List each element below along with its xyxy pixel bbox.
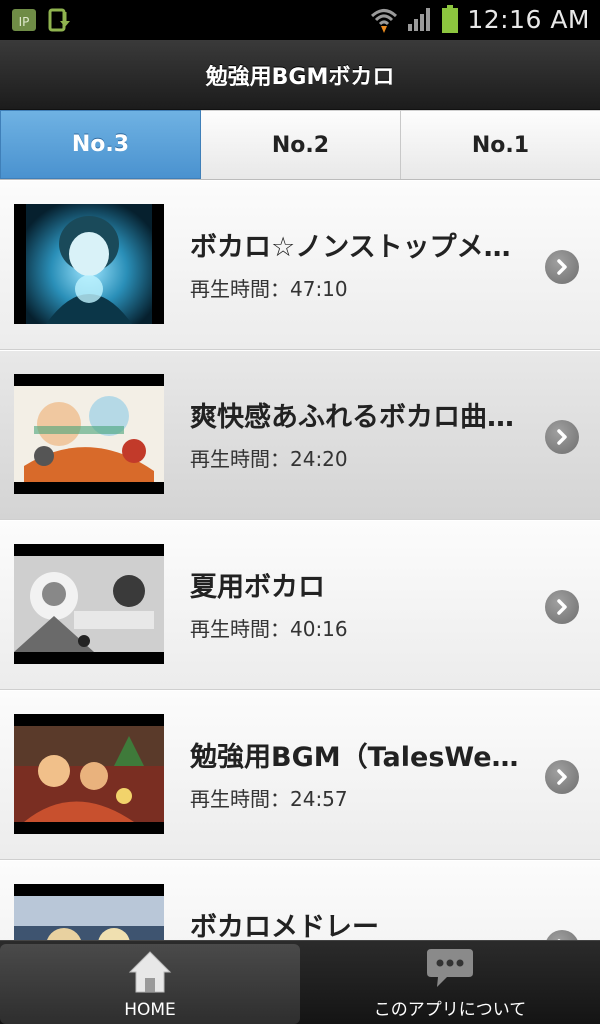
video-title: 爽快感あふれるボカロ曲メドレー bbox=[190, 402, 525, 433]
clock: 12:16 AM bbox=[467, 4, 590, 34]
thumbnail-image bbox=[26, 204, 152, 324]
chevron-right-icon[interactable] bbox=[545, 250, 579, 284]
tab-no2[interactable]: No.2 bbox=[201, 110, 401, 179]
video-list: ボカロ☆ノンストップメドレー 再生時間：47:10 爽快感あふれるボカロ曲メドレ… bbox=[0, 180, 600, 940]
video-thumbnail bbox=[14, 204, 164, 324]
app-header: 勉強用BGMボカロ bbox=[0, 40, 600, 110]
thumbnail-image bbox=[14, 896, 164, 940]
home-icon bbox=[128, 951, 172, 993]
video-thumbnail bbox=[14, 374, 164, 494]
video-duration: 再生時間：47:10 bbox=[190, 277, 348, 301]
video-thumbnail bbox=[14, 544, 164, 664]
chevron-right-icon[interactable] bbox=[545, 590, 579, 624]
ip-icon: IP bbox=[12, 9, 36, 31]
video-thumbnail bbox=[14, 714, 164, 834]
video-duration: 再生時間：24:57 bbox=[190, 787, 348, 811]
nav-about-label: このアプリについて bbox=[373, 1000, 527, 1020]
download-icon bbox=[48, 8, 70, 32]
tab-no1[interactable]: No.1 bbox=[401, 110, 600, 179]
list-item[interactable]: 勉強用BGM（TalesWeaver） 再生時間：24:57 bbox=[0, 690, 600, 860]
video-title: 夏用ボカロ bbox=[190, 572, 325, 603]
nav-home-button[interactable]: HOME bbox=[0, 944, 300, 1024]
video-title: 勉強用BGM（TalesWeaver） bbox=[190, 742, 525, 773]
video-title: ボカロ☆ノンストップメドレー bbox=[190, 232, 525, 263]
bottom-nav: HOME このアプリについて bbox=[0, 940, 600, 1024]
tab-bar: No.3 No.2 No.1 bbox=[0, 110, 600, 180]
thumbnail-image bbox=[14, 726, 164, 822]
tab-no3[interactable]: No.3 bbox=[0, 110, 201, 179]
list-item[interactable]: ボカロメドレー bbox=[0, 860, 600, 940]
wifi-icon bbox=[371, 9, 398, 33]
signal-icon bbox=[408, 8, 431, 31]
list-item[interactable]: 爽快感あふれるボカロ曲メドレー 再生時間：24:20 bbox=[0, 350, 600, 520]
chat-bubble-icon bbox=[427, 949, 473, 987]
nav-home-label: HOME bbox=[124, 1000, 176, 1020]
page-title: 勉強用BGMボカロ bbox=[205, 64, 395, 90]
video-title: ボカロメドレー bbox=[190, 912, 379, 940]
status-bar: IP 12:16 AM bbox=[0, 0, 600, 40]
video-duration: 再生時間：24:20 bbox=[190, 447, 348, 471]
thumbnail-image bbox=[14, 556, 164, 652]
list-item[interactable]: ボカロ☆ノンストップメドレー 再生時間：47:10 bbox=[0, 180, 600, 350]
chevron-right-icon[interactable] bbox=[545, 420, 579, 454]
nav-about-button[interactable]: このアプリについて bbox=[300, 941, 600, 1024]
list-item[interactable]: 夏用ボカロ 再生時間：40:16 bbox=[0, 520, 600, 690]
video-duration: 再生時間：40:16 bbox=[190, 617, 348, 641]
thumbnail-image bbox=[14, 386, 164, 482]
chevron-right-icon[interactable] bbox=[545, 760, 579, 794]
svg-text:IP: IP bbox=[19, 15, 30, 29]
chevron-right-icon[interactable] bbox=[545, 930, 579, 940]
video-thumbnail bbox=[14, 884, 164, 940]
battery-icon bbox=[442, 5, 459, 33]
